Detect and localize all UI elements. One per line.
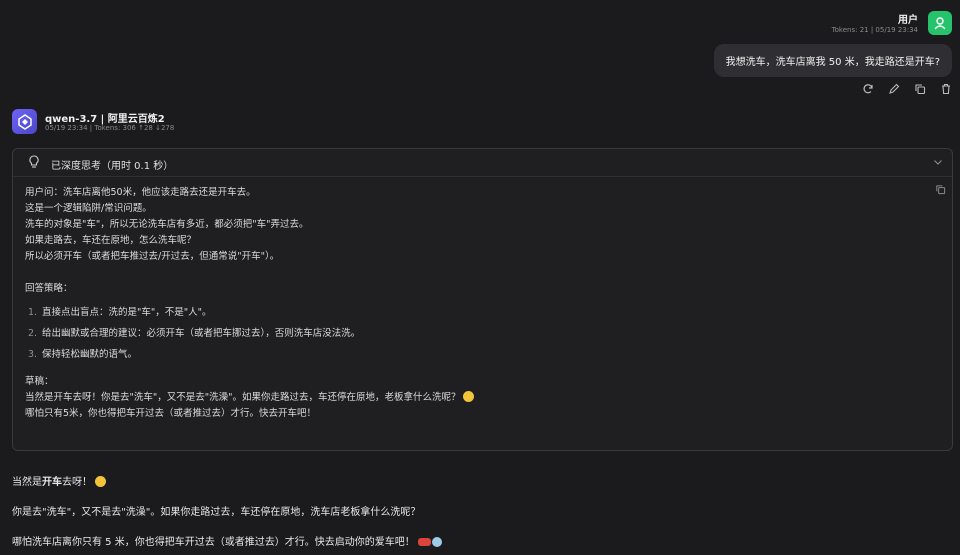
assistant-avatar	[12, 109, 37, 134]
laughing-emoji-icon	[463, 391, 475, 402]
user-name: 用户	[898, 15, 918, 26]
chevron-down-icon[interactable]	[932, 156, 944, 168]
list-item: 1. 直接点出盲点：洗的是"车"，不是"人"。	[28, 307, 212, 318]
list-item: 2. 给出幽默或合理的建议：必须开车（或者把车挪过去），否则洗车店没法洗。	[28, 328, 361, 339]
user-avatar	[928, 11, 952, 35]
answer-line-3: 哪怕洗车店离你只有 5 米，你也得把车开过去（或者推过去）才行。快去启动你的爱车…	[12, 533, 442, 548]
copy-icon[interactable]	[913, 82, 926, 95]
lightbulb-icon	[29, 155, 39, 168]
delete-icon[interactable]	[939, 82, 952, 95]
laughing-emoji-icon	[95, 476, 106, 487]
assistant-message-meta: 05/19 23:34 | Tokens: 306 ↑28 ↓278	[45, 124, 175, 132]
list-item: 3. 保持轻松幽默的语气。	[28, 349, 138, 360]
qwen-logo-icon	[17, 113, 32, 130]
thinking-title: 已深度思考（用时 0.1 秒）	[51, 161, 174, 172]
thinking-line: 洗车的对象是"车"，所以无论洗车店有多近，都必须把"车"弄过去。	[25, 219, 309, 230]
strategy-label: 回答策略：	[25, 283, 73, 294]
answer-line-1: 当然是开车去呀！	[12, 473, 106, 488]
thinking-content: 用户问：洗车店离他50米，他应该走路去还是开车去。 这是一个逻辑陷阱/常识问题。…	[25, 185, 475, 422]
user-icon	[934, 17, 946, 30]
user-message-meta: Tokens: 21 | 05/19 23:34	[831, 26, 918, 34]
answer-line-2: 你是去"洗车"，又不是去"洗澡"。如果你走路过去，车还停在原地，洗车店老板拿什么…	[12, 507, 421, 518]
strategy-list: 1. 直接点出盲点：洗的是"车"，不是"人"。 2. 给出幽默或合理的建议：必须开车…	[25, 305, 474, 363]
thinking-panel: 已深度思考（用时 0.1 秒） 用户问：洗车店离他50米，他应该走路去还是开车去…	[12, 148, 953, 451]
thinking-line: 这是一个逻辑陷阱/常识问题。	[25, 203, 152, 214]
dash-emoji-icon	[431, 537, 442, 547]
user-message-bubble: 我想洗车，洗车店离我 50 米，我走路还是开车?	[713, 44, 952, 77]
draft-label: 草稿：	[25, 376, 54, 387]
edit-icon[interactable]	[887, 82, 900, 95]
message-actions	[861, 82, 952, 95]
copy-thinking-icon[interactable]	[935, 184, 946, 195]
regenerate-icon[interactable]	[861, 82, 874, 95]
draft-line: 当然是开车去呀！你是去"洗车"，又不是去"洗澡"。如果你走路过去，车还停在原地，…	[25, 390, 475, 406]
assistant-model-name: qwen-3.7 | 阿里云百炼2	[45, 114, 165, 125]
thinking-line: 用户问：洗车店离他50米，他应该走路去还是开车去。	[25, 187, 256, 198]
thinking-line: 所以必须开车（或者把车推过去/开过去，但通常说"开车"）。	[25, 251, 280, 262]
car-emoji-icon	[417, 538, 431, 546]
draft-line: 哪怕只有5米，你也得把车开过去（或者推过去）才行。快去开车吧！	[25, 408, 317, 419]
thinking-panel-header[interactable]: 已深度思考（用时 0.1 秒）	[13, 149, 952, 177]
thinking-line: 如果走路去，车还在原地，怎么洗车呢？	[25, 235, 197, 246]
